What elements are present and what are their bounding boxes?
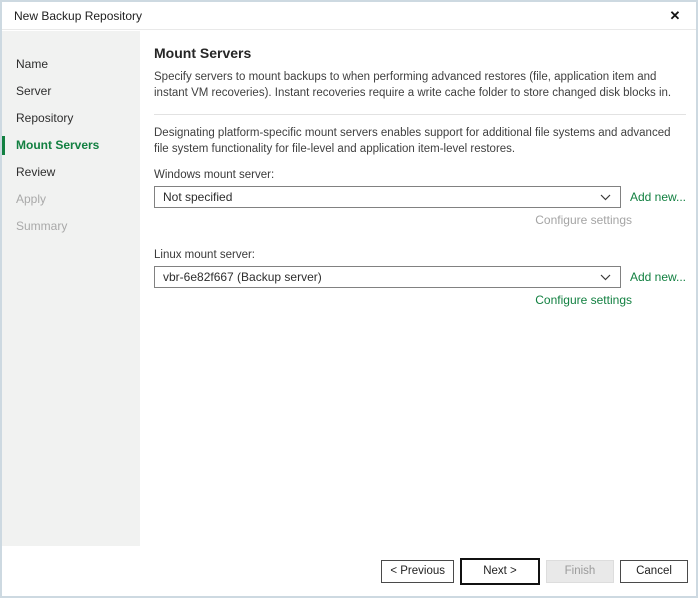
new-backup-repository-dialog: New Backup Repository ✕ Name Server Repo… [0, 0, 698, 598]
windows-mount-server-value: Not specified [163, 190, 232, 204]
windows-add-new-link[interactable]: Add new... [630, 190, 686, 204]
title-bar: New Backup Repository ✕ [2, 2, 696, 30]
wizard-steps-sidebar: Name Server Repository Mount Servers Rev… [2, 31, 140, 548]
sidebar-item-label: Summary [16, 219, 67, 233]
previous-button[interactable]: < Previous [381, 560, 454, 583]
sidebar-item-summary: Summary [2, 213, 140, 240]
linux-mount-server-select[interactable]: vbr-6e82f667 (Backup server) [154, 266, 621, 288]
linux-mount-server-label: Linux mount server: [154, 249, 686, 261]
sidebar-item-apply: Apply [2, 186, 140, 213]
cancel-button[interactable]: Cancel [620, 560, 688, 583]
linux-configure-settings-link[interactable]: Configure settings [154, 293, 632, 307]
sidebar-item-name[interactable]: Name [2, 51, 140, 78]
sidebar-item-label: Name [16, 57, 48, 71]
page-description: Specify servers to mount backups to when… [154, 70, 686, 101]
finish-button: Finish [546, 560, 614, 583]
linux-mount-server-row: vbr-6e82f667 (Backup server) Add new... [154, 266, 686, 288]
sidebar-item-label: Review [16, 165, 55, 179]
sidebar-item-server[interactable]: Server [2, 78, 140, 105]
mount-servers-note: Designating platform-specific mount serv… [154, 126, 686, 157]
close-icon[interactable]: ✕ [666, 7, 684, 25]
wizard-footer: < Previous Next > Finish Cancel [2, 546, 696, 596]
window-title: New Backup Repository [14, 9, 142, 23]
sidebar-item-repository[interactable]: Repository [2, 105, 140, 132]
windows-mount-server-select[interactable]: Not specified [154, 186, 621, 208]
sidebar-item-label: Repository [16, 111, 73, 125]
sidebar-item-label: Server [16, 84, 51, 98]
main-content: Mount Servers Specify servers to mount b… [154, 31, 686, 307]
chevron-down-icon [600, 194, 611, 201]
sidebar-item-label: Mount Servers [16, 138, 99, 152]
sidebar-item-label: Apply [16, 192, 46, 206]
windows-mount-server-label: Windows mount server: [154, 169, 686, 181]
active-step-indicator [2, 136, 5, 155]
section-divider [154, 114, 686, 115]
linux-add-new-link[interactable]: Add new... [630, 270, 686, 284]
windows-configure-settings-link: Configure settings [154, 213, 632, 227]
page-title: Mount Servers [154, 45, 686, 61]
sidebar-item-review[interactable]: Review [2, 159, 140, 186]
next-button[interactable]: Next > [460, 558, 540, 585]
linux-mount-server-value: vbr-6e82f667 (Backup server) [163, 270, 322, 284]
chevron-down-icon [600, 274, 611, 281]
sidebar-item-mount-servers[interactable]: Mount Servers [2, 132, 140, 159]
windows-mount-server-row: Not specified Add new... [154, 186, 686, 208]
